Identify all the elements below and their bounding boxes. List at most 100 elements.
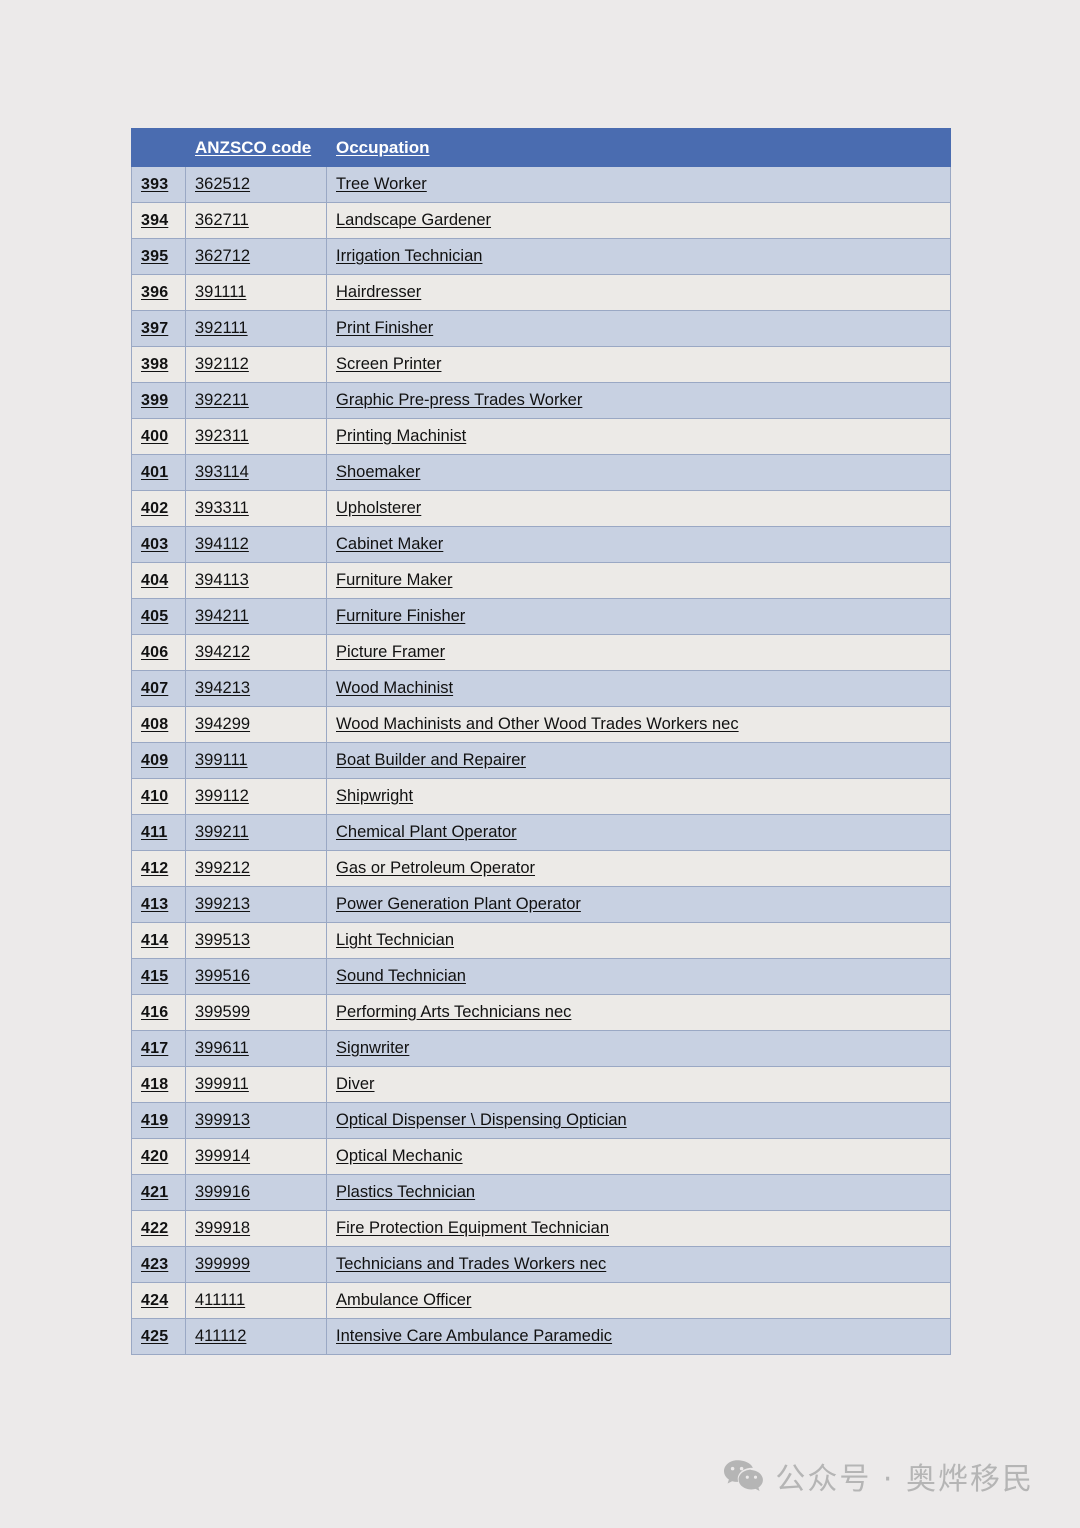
table-row: 419 399913 Optical Dispenser \ Dispensing … bbox=[131, 1102, 951, 1139]
table-row: 406 394212 Picture Framer bbox=[131, 634, 951, 671]
table-row: 401 393114 Shoemaker bbox=[131, 454, 951, 491]
occupation-text: Graphic Pre-press Trades Worker bbox=[336, 391, 583, 409]
row-index-cell: 404 bbox=[131, 562, 186, 599]
anzsco-code-cell: 392211 bbox=[185, 382, 327, 419]
anzsco-code-text: 411111 bbox=[195, 1291, 246, 1309]
row-index-text: 400 bbox=[141, 427, 169, 445]
footer-text: 公众号 · 奥烨移民 bbox=[775, 1462, 1034, 1497]
anzsco-code-text: 393114 bbox=[195, 463, 249, 481]
anzsco-code-cell: 399599 bbox=[185, 994, 327, 1031]
occupation-cell: Sound Technician bbox=[326, 958, 951, 995]
column-header-index bbox=[131, 128, 186, 167]
table-row: 410 399112 Shipwright bbox=[131, 778, 951, 815]
anzsco-code-text: 399513 bbox=[195, 931, 251, 949]
anzsco-code-text: 399999 bbox=[195, 1255, 251, 1273]
occupation-cell: Chemical Plant Operator bbox=[326, 814, 951, 851]
anzsco-code-cell: 399111 bbox=[185, 742, 327, 779]
occupation-text: Optical Mechanic bbox=[336, 1147, 463, 1165]
occupation-cell: Diver bbox=[326, 1066, 951, 1103]
row-index-cell: 396 bbox=[131, 274, 186, 311]
table-row: 393 362512 Tree Worker bbox=[131, 166, 951, 203]
row-index-text: 404 bbox=[141, 571, 169, 589]
anzsco-code-text: 399516 bbox=[195, 967, 251, 985]
row-index-text: 394 bbox=[141, 211, 169, 229]
row-index-cell: 414 bbox=[131, 922, 186, 959]
anzsco-code-text: 392311 bbox=[195, 427, 249, 445]
occupation-cell: Irrigation Technician bbox=[326, 238, 951, 275]
anzsco-code-cell: 362712 bbox=[185, 238, 327, 275]
row-index-text: 402 bbox=[141, 499, 169, 517]
row-index-cell: 395 bbox=[131, 238, 186, 275]
anzsco-code-text: 411112 bbox=[195, 1327, 247, 1345]
row-index-cell: 420 bbox=[131, 1138, 186, 1175]
row-index-cell: 399 bbox=[131, 382, 186, 419]
table-body: 393 362512 Tree Worker 394 362711 Landscape G… bbox=[131, 166, 951, 1355]
anzsco-code-text: 394113 bbox=[195, 571, 249, 589]
occupation-text: Landscape Gardener bbox=[336, 211, 492, 229]
occupation-cell: Tree Worker bbox=[326, 166, 951, 203]
occupation-text: Intensive Care Ambulance Paramedic bbox=[336, 1327, 613, 1345]
row-index-text: 410 bbox=[141, 787, 169, 805]
anzsco-code-text: 399611 bbox=[195, 1039, 249, 1057]
occupation-text: Shipwright bbox=[336, 787, 414, 805]
row-index-text: 407 bbox=[141, 679, 169, 697]
table-row: 415 399516 Sound Technician bbox=[131, 958, 951, 995]
occupation-text: Technicians and Trades Workers nec bbox=[336, 1255, 607, 1273]
occupation-text: Signwriter bbox=[336, 1039, 410, 1057]
occupation-cell: Wood Machinists and Other Wood Trades Wo… bbox=[326, 706, 951, 743]
table-row: 397 392111 Print Finisher bbox=[131, 310, 951, 347]
column-header-anzsco-code: ANZSCO code bbox=[185, 128, 327, 167]
anzsco-code-text: 399914 bbox=[195, 1147, 251, 1165]
occupation-text: Fire Protection Equipment Technician bbox=[336, 1219, 610, 1237]
occupation-text: Power Generation Plant Operator bbox=[336, 895, 581, 913]
anzsco-code-cell: 399918 bbox=[185, 1210, 327, 1247]
table-row: 396 391111 Hairdresser bbox=[131, 274, 951, 311]
row-index-text: 411 bbox=[141, 823, 168, 841]
table-row: 411 399211 Chemical Plant Operator bbox=[131, 814, 951, 851]
row-index-text: 424 bbox=[141, 1291, 169, 1309]
occupation-table-container: ANZSCO code Occupation 393 362512 Tree Wor… bbox=[131, 128, 951, 1355]
row-index-cell: 419 bbox=[131, 1102, 186, 1139]
anzsco-code-cell: 391111 bbox=[185, 274, 327, 311]
table-row: 422 399918 Fire Protection Equipment Techn… bbox=[131, 1210, 951, 1247]
anzsco-code-text: 399112 bbox=[195, 787, 249, 805]
row-index-cell: 417 bbox=[131, 1030, 186, 1067]
table-row: 417 399611 Signwriter bbox=[131, 1030, 951, 1067]
anzsco-code-text: 362712 bbox=[195, 247, 251, 265]
row-index-cell: 406 bbox=[131, 634, 186, 671]
table-row: 421 399916 Plastics Technician bbox=[131, 1174, 951, 1211]
occupation-cell: Print Finisher bbox=[326, 310, 951, 347]
table-row: 405 394211 Furniture Finisher bbox=[131, 598, 951, 635]
table-row: 423 399999 Technicians and Trades Workers … bbox=[131, 1246, 951, 1283]
row-index-cell: 397 bbox=[131, 310, 186, 347]
row-index-text: 423 bbox=[141, 1255, 169, 1273]
occupation-text: Cabinet Maker bbox=[336, 535, 444, 553]
row-index-text: 422 bbox=[141, 1219, 169, 1237]
occupation-cell: Plastics Technician bbox=[326, 1174, 951, 1211]
row-index-cell: 422 bbox=[131, 1210, 186, 1247]
anzsco-code-text: 399911 bbox=[195, 1075, 249, 1093]
occupation-text: Ambulance Officer bbox=[336, 1291, 472, 1309]
row-index-cell: 425 bbox=[131, 1318, 186, 1355]
anzsco-code-text: 392112 bbox=[195, 355, 249, 373]
occupation-text: Boat Builder and Repairer bbox=[336, 751, 526, 769]
occupation-cell: Furniture Maker bbox=[326, 562, 951, 599]
occupation-cell: Graphic Pre-press Trades Worker bbox=[326, 382, 951, 419]
table-row: 402 393311 Upholsterer bbox=[131, 490, 951, 527]
occupation-cell: Furniture Finisher bbox=[326, 598, 951, 635]
occupation-text: Upholsterer bbox=[336, 499, 422, 517]
table-row: 412 399212 Gas or Petroleum Operator bbox=[131, 850, 951, 887]
anzsco-code-text: 391111 bbox=[195, 283, 247, 301]
anzsco-code-cell: 393114 bbox=[185, 454, 327, 491]
row-index-cell: 403 bbox=[131, 526, 186, 563]
occupation-text: Wood Machinist bbox=[336, 679, 454, 697]
occupation-text: Printing Machinist bbox=[336, 427, 467, 445]
occupation-cell: Power Generation Plant Operator bbox=[326, 886, 951, 923]
occupation-cell: Picture Framer bbox=[326, 634, 951, 671]
row-index-text: 393 bbox=[141, 175, 169, 193]
row-index-text: 415 bbox=[141, 967, 169, 985]
anzsco-code-text: 399211 bbox=[195, 823, 249, 841]
occupation-text: Furniture Finisher bbox=[336, 607, 466, 625]
anzsco-code-cell: 399112 bbox=[185, 778, 327, 815]
table-row: 404 394113 Furniture Maker bbox=[131, 562, 951, 599]
